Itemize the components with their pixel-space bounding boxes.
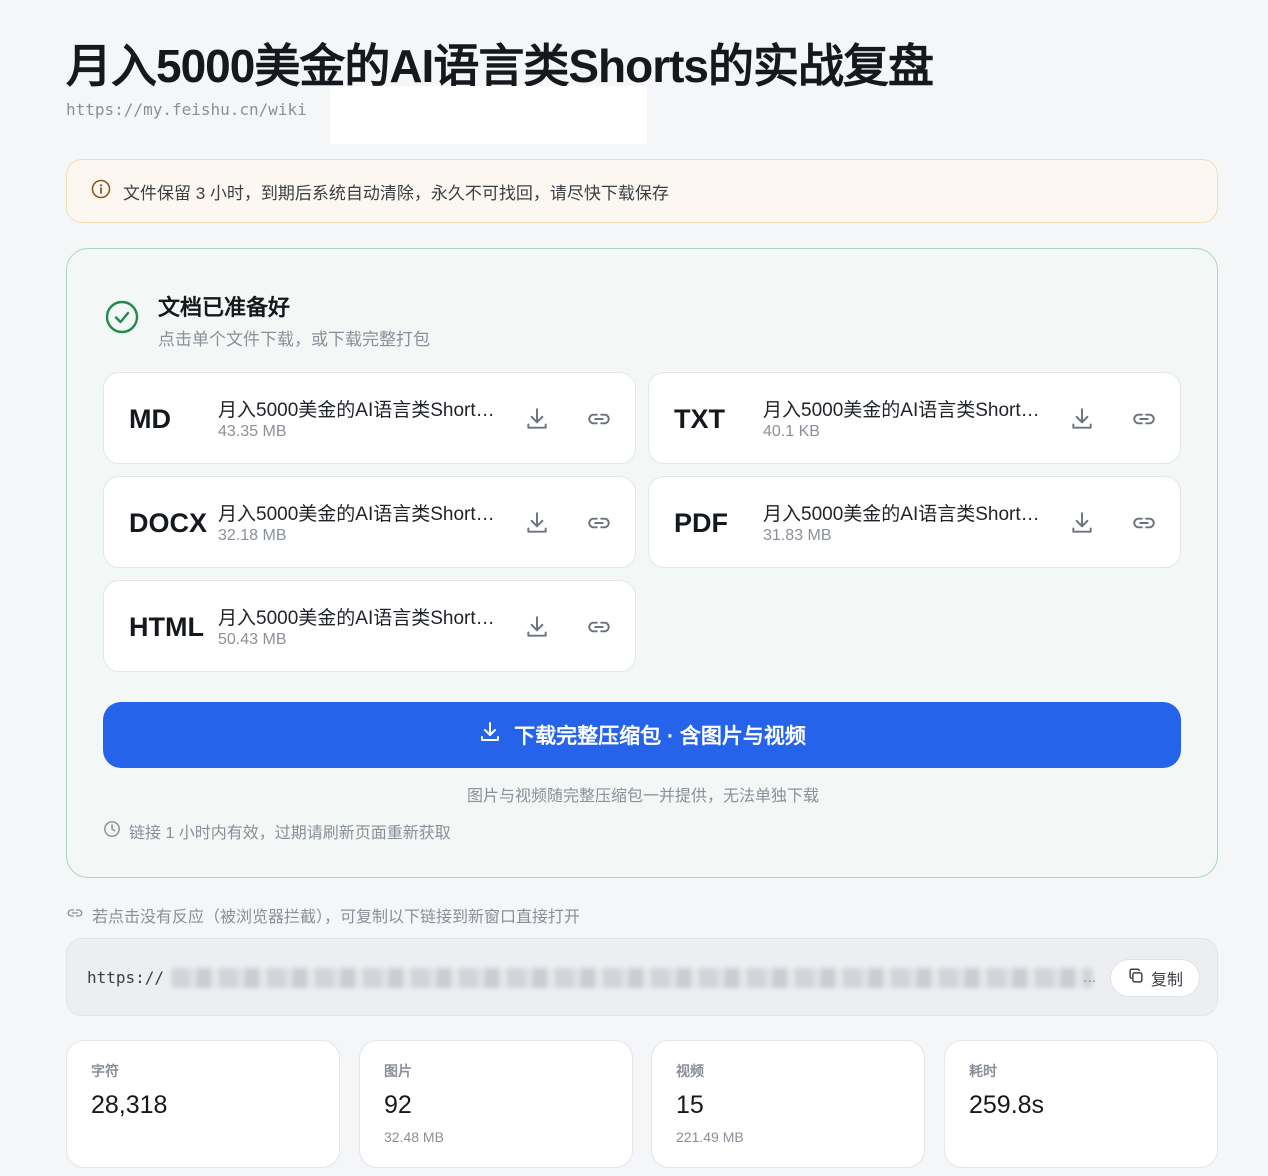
file-name: 月入5000美金的AI语言类Shorts的实战复盘 [218, 504, 504, 525]
download-icon[interactable] [524, 406, 550, 432]
download-page: 月入5000美金的AI语言类Shorts的实战复盘 https://my.fei… [0, 0, 1268, 1176]
copy-label: 复制 [1150, 972, 1183, 989]
link-icon[interactable] [586, 406, 612, 432]
direct-link-text[interactable]: https:// [87, 939, 164, 1017]
download-panel: 文档已准备好 点击单个文件下载，或下载完整打包 MD 月入5000美金的AI语言… [66, 248, 1218, 878]
copy-button[interactable]: 复制 [1110, 959, 1200, 997]
stat-videos: 视频 15 221.49 MB [651, 1040, 925, 1168]
stat-label: 图片 [384, 1063, 412, 1079]
stat-sub: 32.48 MB [384, 1129, 444, 1145]
link-icon [66, 904, 84, 927]
ready-title: 文档已准备好 [158, 295, 291, 320]
stat-label: 视频 [676, 1063, 704, 1079]
file-card-html: HTML 月入5000美金的AI语言类Shorts的实战复盘 50.43 MB [103, 580, 636, 672]
clock-icon [103, 820, 121, 843]
file-format: TXT [674, 404, 725, 434]
file-size: 32.18 MB [218, 527, 287, 544]
link-ellipsis: ... [1083, 969, 1097, 986]
file-card-docx: DOCX 月入5000美金的AI语言类Shorts的实战复盘 32.18 MB [103, 476, 636, 568]
file-format: DOCX [129, 508, 208, 538]
link-icon[interactable] [1131, 510, 1157, 536]
file-name: 月入5000美金的AI语言类Shorts的实战复盘 [218, 400, 504, 421]
url-redaction [330, 86, 647, 144]
file-name: 月入5000美金的AI语言类Shorts的实战复盘 [218, 608, 504, 629]
download-icon[interactable] [524, 510, 550, 536]
download-all-label: 下载完整压缩包 · 含图片与视频 [514, 725, 806, 748]
link-icon[interactable] [1131, 406, 1157, 432]
link-icon[interactable] [586, 510, 612, 536]
retention-notice: 文件保留 3 小时，到期后系统自动清除，永久不可找回，请尽快下载保存 [66, 159, 1218, 223]
source-url: https://my.feishu.cn/wiki [66, 100, 307, 119]
file-card-md: MD 月入5000美金的AI语言类Shorts的实战复盘 43.35 MB [103, 372, 636, 464]
expiry-note: 链接 1 小时内有效，过期请刷新页面重新获取 [103, 819, 451, 843]
link-icon[interactable] [586, 614, 612, 640]
bundle-note: 图片与视频随完整压缩包一并提供，无法单独下载 [466, 788, 819, 805]
download-icon[interactable] [524, 614, 550, 640]
file-card-pdf: PDF 月入5000美金的AI语言类Shorts的实战复盘 31.83 MB [648, 476, 1181, 568]
copy-icon [1127, 967, 1145, 990]
stat-value: 15 [676, 1091, 704, 1119]
stat-characters: 字符 28,318 [66, 1040, 340, 1168]
link-redaction [171, 968, 1093, 988]
ready-subtitle: 点击单个文件下载，或下载完整打包 [158, 330, 430, 349]
check-circle-icon [105, 300, 139, 339]
file-format: PDF [674, 508, 728, 538]
notice-text: 文件保留 3 小时，到期后系统自动清除，永久不可找回，请尽快下载保存 [123, 183, 669, 203]
download-all-button[interactable]: 下载完整压缩包 · 含图片与视频 [103, 702, 1181, 768]
info-icon [91, 179, 111, 204]
file-size: 31.83 MB [763, 527, 832, 544]
file-format: HTML [129, 612, 204, 642]
file-size: 40.1 KB [763, 423, 820, 440]
file-card-txt: TXT 月入5000美金的AI语言类Shorts的实战复盘 40.1 KB [648, 372, 1181, 464]
download-icon[interactable] [1069, 406, 1095, 432]
fallback-text: 若点击没有反应（被浏览器拦截），可复制以下链接到新窗口直接打开 [92, 909, 581, 926]
fallback-hint: 若点击没有反应（被浏览器拦截），可复制以下链接到新窗口直接打开 [66, 903, 580, 927]
stat-value: 28,318 [91, 1091, 168, 1119]
file-name: 月入5000美金的AI语言类Shorts的实战复盘 [763, 400, 1049, 421]
stat-duration: 耗时 259.8s [944, 1040, 1218, 1168]
stat-label: 耗时 [969, 1063, 997, 1079]
file-size: 50.43 MB [218, 631, 287, 648]
direct-link-box: https:// ... 复制 [66, 938, 1218, 1016]
stat-value: 259.8s [969, 1091, 1045, 1119]
stat-images: 图片 92 32.48 MB [359, 1040, 633, 1168]
file-name: 月入5000美金的AI语言类Shorts的实战复盘 [763, 504, 1049, 525]
download-icon[interactable] [1069, 510, 1095, 536]
file-format: MD [129, 404, 171, 434]
download-icon [478, 720, 502, 750]
stat-sub: 221.49 MB [676, 1129, 744, 1145]
stat-value: 92 [384, 1091, 412, 1119]
file-size: 43.35 MB [218, 423, 287, 440]
stat-label: 字符 [91, 1063, 119, 1079]
expiry-text: 链接 1 小时内有效，过期请刷新页面重新获取 [129, 825, 451, 842]
